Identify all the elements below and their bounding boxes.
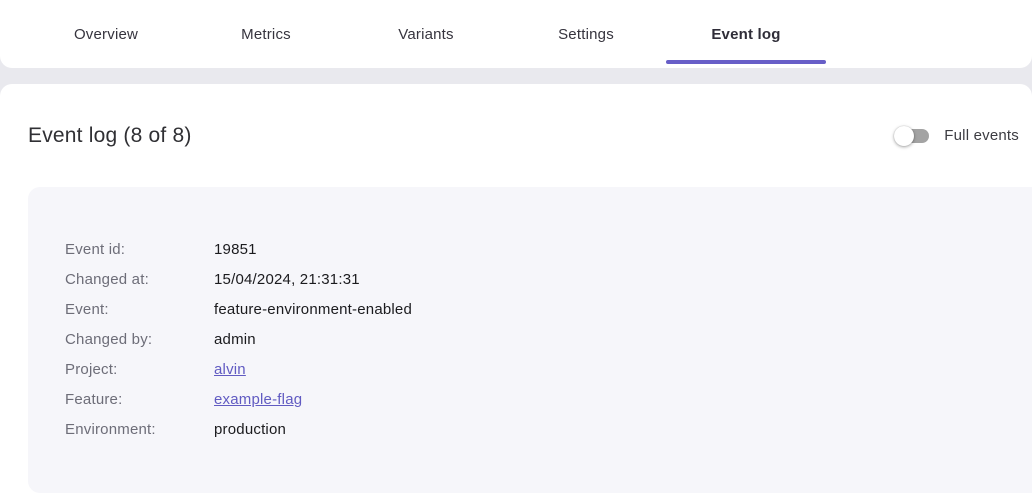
event-row-event: Event: feature-environment-enabled bbox=[65, 295, 1032, 325]
event-detail-card: Event id: 19851 Changed at: 15/04/2024, … bbox=[28, 187, 1032, 493]
event-row-changed-by: Changed by: admin bbox=[65, 325, 1032, 355]
tab-metrics[interactable]: Metrics bbox=[186, 0, 346, 68]
environment-value: production bbox=[214, 415, 286, 445]
event-type-label: Event: bbox=[65, 295, 214, 325]
event-id-label: Event id: bbox=[65, 235, 214, 265]
event-row-id: Event id: 19851 bbox=[65, 235, 1032, 265]
tab-event-log-label: Event log bbox=[711, 26, 780, 43]
feature-label: Feature: bbox=[65, 385, 214, 415]
event-row-environment: Environment: production bbox=[65, 415, 1032, 445]
tab-overview[interactable]: Overview bbox=[26, 0, 186, 68]
feature-link[interactable]: example-flag bbox=[214, 391, 302, 408]
event-id-value: 19851 bbox=[214, 235, 257, 265]
project-link[interactable]: alvin bbox=[214, 361, 246, 378]
event-row-project: Project: alvin bbox=[65, 355, 1032, 385]
changed-by-label: Changed by: bbox=[65, 325, 214, 355]
changed-at-value: 15/04/2024, 21:31:31 bbox=[214, 265, 360, 295]
full-events-toggle[interactable]: Full events bbox=[898, 127, 1019, 144]
tab-settings[interactable]: Settings bbox=[506, 0, 666, 68]
changed-by-value: admin bbox=[214, 325, 256, 355]
toggle-switch-knob[interactable] bbox=[894, 126, 914, 146]
tab-event-log[interactable]: Event log bbox=[666, 0, 826, 68]
tab-variants[interactable]: Variants bbox=[346, 0, 506, 68]
active-tab-indicator bbox=[666, 60, 826, 64]
event-row-feature: Feature: example-flag bbox=[65, 385, 1032, 415]
event-row-changed-at: Changed at: 15/04/2024, 21:31:31 bbox=[65, 265, 1032, 295]
tab-bar: Overview Metrics Variants Settings Event… bbox=[0, 0, 1032, 68]
panel-header: Event log (8 of 8) Full events bbox=[0, 84, 1032, 187]
changed-at-label: Changed at: bbox=[65, 265, 214, 295]
page: Overview Metrics Variants Settings Event… bbox=[0, 0, 1032, 502]
page-title: Event log (8 of 8) bbox=[28, 124, 192, 148]
event-type-value: feature-environment-enabled bbox=[214, 295, 412, 325]
project-label: Project: bbox=[65, 355, 214, 385]
toggle-label: Full events bbox=[944, 127, 1019, 144]
event-log-panel: Event log (8 of 8) Full events Event id:… bbox=[0, 84, 1032, 502]
toggle-switch-track[interactable] bbox=[898, 129, 929, 143]
environment-label: Environment: bbox=[65, 415, 214, 445]
